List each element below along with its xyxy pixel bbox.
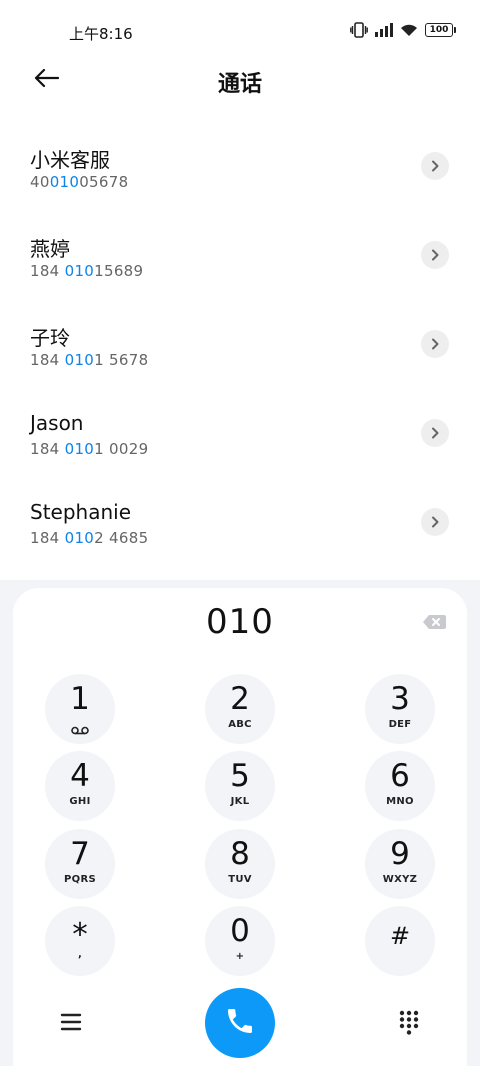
contact-item[interactable]: Jason 184 0101 0029 bbox=[0, 397, 480, 486]
chevron-right-icon bbox=[430, 513, 440, 532]
contact-name: 小米客服 bbox=[30, 148, 110, 172]
menu-button[interactable] bbox=[58, 1009, 84, 1035]
page-title: 通话 bbox=[217, 72, 262, 97]
chevron-right-icon bbox=[430, 157, 440, 176]
number-match-highlight: 010 bbox=[64, 440, 95, 458]
contact-number: 4001005678 bbox=[30, 173, 129, 191]
key-7[interactable]: 7 PQRS bbox=[45, 829, 115, 899]
contact-number: 184 0101 5678 bbox=[30, 351, 149, 369]
key-4[interactable]: 4 GHI bbox=[45, 751, 115, 821]
contact-number: 184 01015689 bbox=[30, 262, 144, 280]
wifi-icon bbox=[400, 23, 418, 37]
vibrate-icon bbox=[350, 22, 368, 38]
dialer-panel: 010 1 2 ABC 3 DEF 4 GHI 5 JKL 6 MNO 7 PQ… bbox=[13, 588, 467, 1066]
status-time: 上午8:16 bbox=[69, 25, 133, 43]
chevron-right-icon bbox=[430, 335, 440, 354]
contact-detail-button[interactable] bbox=[421, 330, 449, 358]
contact-name: 子玲 bbox=[30, 326, 70, 350]
battery-icon: 100 bbox=[425, 23, 456, 37]
chevron-right-icon bbox=[430, 246, 440, 265]
dialpad-icon bbox=[396, 1010, 422, 1039]
number-match-highlight: 010 bbox=[64, 351, 95, 369]
key-6[interactable]: 6 MNO bbox=[365, 751, 435, 821]
backspace-icon bbox=[421, 615, 447, 636]
contact-item[interactable]: 小米客服 4001005678 bbox=[0, 130, 480, 219]
contact-name: Jason bbox=[30, 411, 84, 435]
contact-item[interactable]: 燕婷 184 01015689 bbox=[0, 219, 480, 308]
number-match-highlight: 010 bbox=[64, 262, 95, 280]
key-hash[interactable]: # bbox=[365, 906, 435, 976]
contact-results-list: 小米客服 4001005678 燕婷 184 01015689 子玲 184 0… bbox=[0, 130, 480, 575]
contact-name: Stephanie bbox=[30, 500, 132, 524]
signal-icon bbox=[375, 23, 393, 37]
contact-detail-button[interactable] bbox=[421, 419, 449, 447]
key-1[interactable]: 1 bbox=[45, 674, 115, 744]
backspace-button[interactable] bbox=[421, 612, 447, 632]
key-9[interactable]: 9 WXYZ bbox=[365, 829, 435, 899]
key-3[interactable]: 3 DEF bbox=[365, 674, 435, 744]
contact-detail-button[interactable] bbox=[421, 152, 449, 180]
contact-number: 184 0101 0029 bbox=[30, 440, 149, 458]
contact-detail-button[interactable] bbox=[421, 508, 449, 536]
menu-icon bbox=[58, 1013, 84, 1039]
status-bar: 上午8:16 100 bbox=[0, 0, 480, 64]
status-icons: 100 bbox=[350, 22, 456, 38]
chevron-right-icon bbox=[430, 424, 440, 443]
phone-icon bbox=[224, 1005, 256, 1041]
number-match-highlight: 010 bbox=[49, 173, 80, 191]
dialed-number-display[interactable]: 010 bbox=[13, 602, 467, 642]
contact-name: 燕婷 bbox=[30, 237, 70, 261]
contact-detail-button[interactable] bbox=[421, 241, 449, 269]
key-5[interactable]: 5 JKL bbox=[205, 751, 275, 821]
number-match-highlight: 010 bbox=[64, 529, 95, 547]
dialpad-toggle-button[interactable] bbox=[396, 1009, 422, 1035]
header: 通话 bbox=[0, 56, 480, 106]
key-0[interactable]: 0 + bbox=[205, 906, 275, 976]
contact-item[interactable]: 子玲 184 0101 5678 bbox=[0, 308, 480, 397]
call-button[interactable] bbox=[205, 988, 275, 1058]
key-2[interactable]: 2 ABC bbox=[205, 674, 275, 744]
voicemail-icon bbox=[71, 720, 89, 739]
key-star[interactable]: * , bbox=[45, 906, 115, 976]
key-8[interactable]: 8 TUV bbox=[205, 829, 275, 899]
contact-number: 184 0102 4685 bbox=[30, 529, 149, 547]
contact-item[interactable]: Stephanie 184 0102 4685 bbox=[0, 486, 480, 575]
